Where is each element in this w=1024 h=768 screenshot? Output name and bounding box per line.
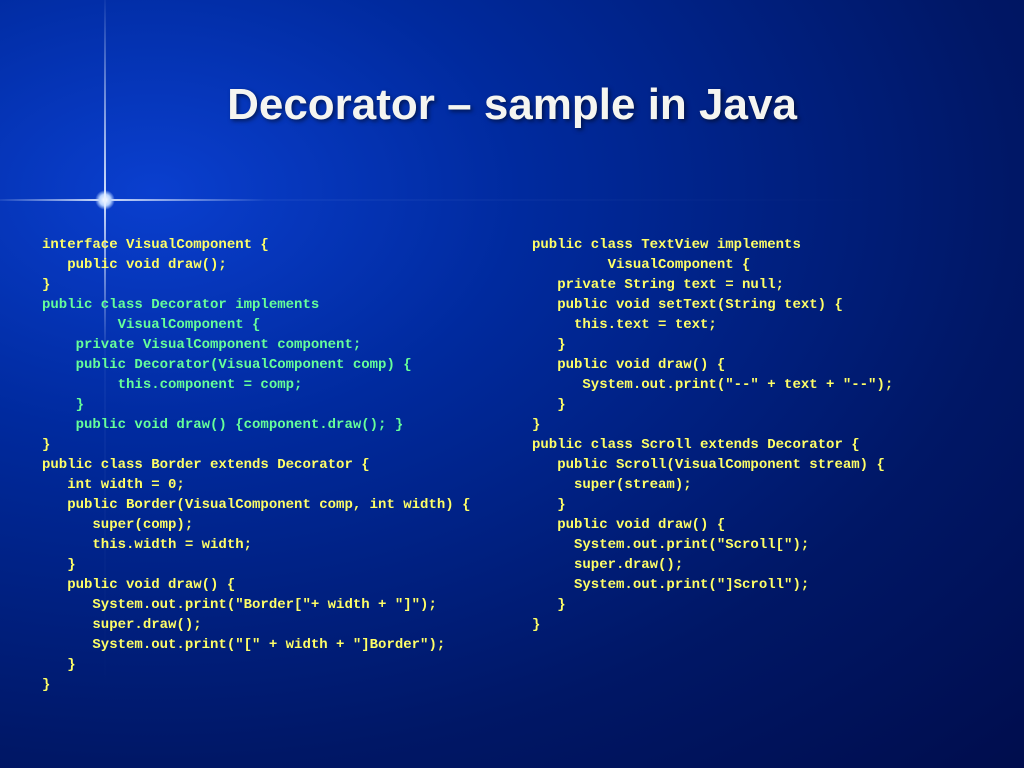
code-line: }	[532, 397, 566, 413]
code-line: }	[532, 417, 540, 433]
code-line: System.out.print("]Scroll");	[532, 577, 809, 593]
code-line: public class Scroll extends Decorator {	[532, 437, 860, 453]
code-line: super.draw();	[532, 557, 683, 573]
code-line: this.width = width;	[42, 537, 252, 553]
code-line: private VisualComponent component;	[42, 337, 361, 353]
code-line: public Decorator(VisualComponent comp) {	[42, 357, 412, 373]
code-line: this.text = text;	[532, 317, 717, 333]
code-line: }	[42, 437, 50, 453]
code-line: }	[42, 657, 76, 673]
code-line: public Scroll(VisualComponent stream) {	[532, 457, 885, 473]
code-line: super(stream);	[532, 477, 692, 493]
code-line: public void setText(String text) {	[532, 297, 843, 313]
code-line: private String text = null;	[532, 277, 784, 293]
code-columns: interface VisualComponent { public void …	[42, 235, 982, 738]
code-line: }	[532, 597, 566, 613]
code-line: interface VisualComponent {	[42, 237, 269, 253]
code-line: }	[42, 677, 50, 693]
code-line: public Border(VisualComponent comp, int …	[42, 497, 470, 513]
code-line: }	[42, 557, 76, 573]
code-line: public void draw() {	[532, 357, 725, 373]
code-line: System.out.print("Scroll[");	[532, 537, 809, 553]
code-line: public void draw();	[42, 257, 227, 273]
code-line: super(comp);	[42, 517, 193, 533]
code-line: public class TextView implements	[532, 237, 801, 253]
code-line: public class Decorator implements	[42, 297, 319, 313]
code-line: VisualComponent {	[42, 317, 260, 333]
code-line: VisualComponent {	[532, 257, 750, 273]
code-line: }	[532, 337, 566, 353]
code-line: System.out.print("[" + width + "]Border"…	[42, 637, 445, 653]
code-line: public void draw() {component.draw(); }	[42, 417, 403, 433]
code-line: }	[42, 397, 84, 413]
code-line: public void draw() {	[532, 517, 725, 533]
code-line: super.draw();	[42, 617, 202, 633]
code-line: System.out.print("--" + text + "--");	[532, 377, 893, 393]
code-left-column: interface VisualComponent { public void …	[42, 235, 492, 738]
code-line: public void draw() {	[42, 577, 235, 593]
code-line: }	[42, 277, 50, 293]
code-line: int width = 0;	[42, 477, 185, 493]
code-right-column: public class TextView implements VisualC…	[532, 235, 982, 738]
slide-title: Decorator – sample in Java	[0, 80, 1024, 130]
code-line: System.out.print("Border["+ width + "]")…	[42, 597, 437, 613]
code-line: public class Border extends Decorator {	[42, 457, 370, 473]
code-line: this.component = comp;	[42, 377, 302, 393]
code-line: }	[532, 617, 540, 633]
code-line: }	[532, 497, 566, 513]
